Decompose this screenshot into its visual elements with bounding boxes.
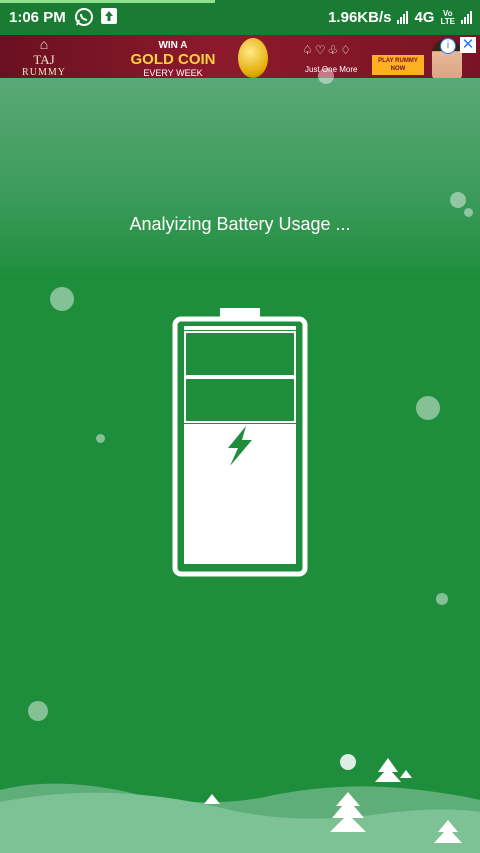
info-icon[interactable]: i xyxy=(440,38,456,54)
signal-icon xyxy=(461,11,472,24)
status-notification-icons xyxy=(74,7,118,27)
whatsapp-icon xyxy=(75,8,93,26)
tree-icon xyxy=(204,794,220,804)
snow-bubble xyxy=(96,434,105,443)
status-time: 1:06 PM xyxy=(9,9,66,26)
close-icon[interactable]: ✕ xyxy=(460,37,476,53)
snow-bubble xyxy=(50,287,74,311)
ad-headline: WIN A GOLD COIN EVERY WEEK xyxy=(130,40,216,78)
volte-icon: Vo LTE xyxy=(440,8,455,26)
upload-icon xyxy=(101,8,117,24)
snow-bubble xyxy=(28,701,48,721)
taj-dome-icon: ⌂ xyxy=(39,38,49,53)
status-right-group: 1.96KB/s 4G Vo LTE xyxy=(328,9,472,26)
card-suits: ♤♡♧♢ xyxy=(302,43,354,57)
gold-coin-icon xyxy=(238,38,268,78)
status-message: Analyizing Battery Usage ... xyxy=(129,214,351,234)
status-progress-line xyxy=(0,0,215,3)
snow-bubble xyxy=(416,396,440,420)
play-rummy-button[interactable]: PLAY RUMMY NOW xyxy=(372,55,424,75)
network-type: 4G xyxy=(414,9,435,26)
snowy-hills xyxy=(0,758,480,853)
header-gradient xyxy=(0,78,480,278)
ad-banner[interactable]: ⌂ TAJ RUMMY WIN A GOLD COIN EVERY WEEK ♤… xyxy=(0,35,480,78)
signal-icon xyxy=(397,11,409,24)
battery-icon xyxy=(172,308,308,577)
network-speed: 1.96KB/s xyxy=(328,9,392,26)
ad-logo: ⌂ TAJ RUMMY xyxy=(14,38,74,79)
tree-icon xyxy=(375,758,401,782)
snow-bubble xyxy=(436,593,448,605)
snow-bubble xyxy=(318,68,334,84)
snow-bubble xyxy=(450,192,466,208)
status-bar: 1:06 PM 1.96KB/s 4G Vo LTE xyxy=(0,0,480,35)
tree-icon xyxy=(400,770,412,778)
